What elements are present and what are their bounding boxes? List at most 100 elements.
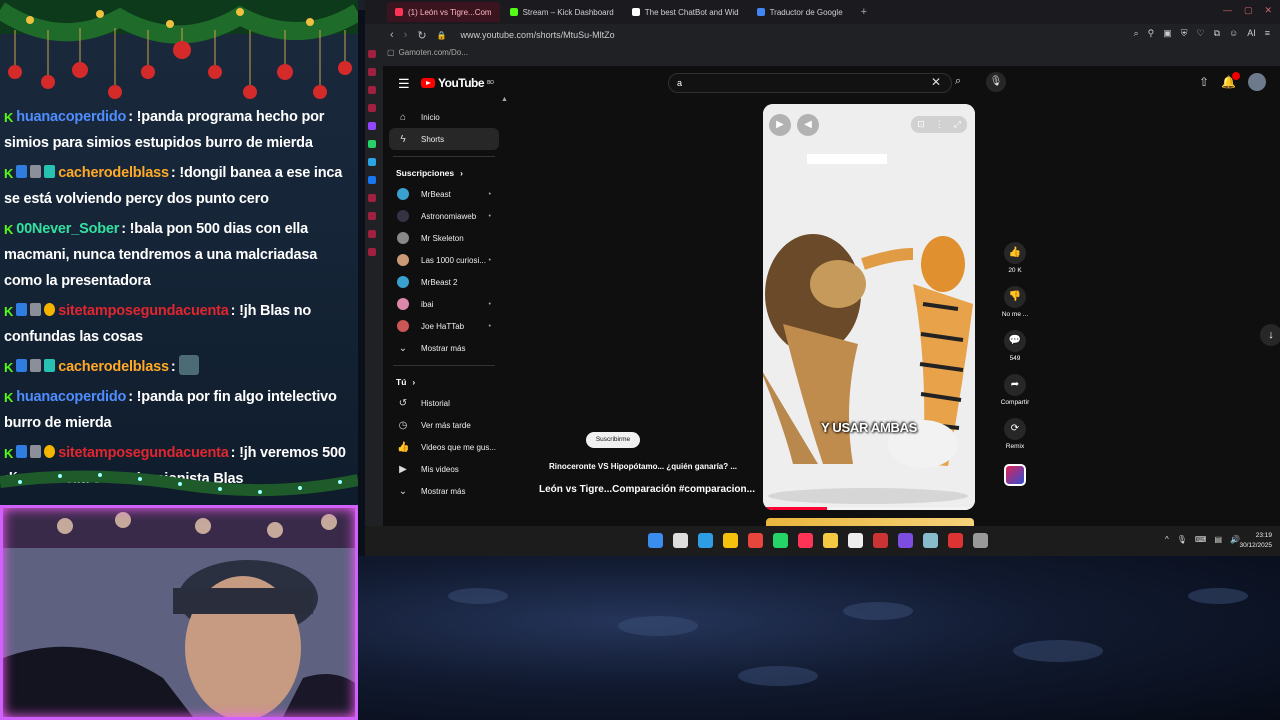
taskbar-app-icon[interactable] (848, 533, 863, 548)
notifications-icon[interactable]: 🔔 (1221, 72, 1240, 89)
overlay-video-title-2[interactable]: León vs Tigre...Comparación #comparacion… (539, 484, 755, 495)
subscription-item[interactable]: Astronomiaweb • (389, 205, 499, 227)
zoom-icon[interactable]: ⌕ (1134, 28, 1139, 39)
chevron-up-icon[interactable]: ^ (1165, 535, 1169, 544)
sidebar-item-inicio[interactable]: ⌂ Inicio (389, 106, 499, 128)
play-icon[interactable]: ▶ (769, 114, 791, 136)
taskbar-app-icon[interactable] (973, 533, 988, 548)
taskbar-app-icon[interactable] (748, 533, 763, 548)
captions-icon[interactable]: ⊡ (917, 119, 925, 130)
channel-avatar[interactable] (1004, 464, 1026, 486)
sidebar-item-you[interactable]: ◷ Ver más tarde (389, 414, 499, 436)
chat-username[interactable]: sitetamposegundacuenta (58, 445, 229, 461)
clock[interactable]: 23:19 30/12/2025 (1239, 531, 1272, 551)
you-header[interactable]: Tú › (389, 372, 499, 392)
heart-icon[interactable]: ♡ (1197, 28, 1205, 39)
sidebar-app-icon[interactable] (368, 194, 376, 202)
chat-username[interactable]: cacherodelblass (58, 165, 169, 181)
sidebar-app-icon[interactable] (368, 50, 376, 58)
overlay-video-title-1[interactable]: Rinoceronte VS Hipopótamo... ¿quién gana… (549, 462, 737, 471)
short-player[interactable]: ▶ ◀ ⊡ ⋮ ⤢ Y USAR AMBAS (763, 104, 975, 510)
taskbar-app-icon[interactable] (673, 533, 688, 548)
subscription-item[interactable]: Joe HaTTab • (389, 315, 499, 337)
avatar[interactable] (1248, 73, 1266, 91)
sidebar-app-icon[interactable] (368, 140, 376, 148)
menu-icon[interactable]: ≡ (1265, 28, 1270, 39)
chat-username[interactable]: huanacoperdido (16, 109, 126, 125)
taskbar-app-icon[interactable] (723, 533, 738, 548)
search-input[interactable]: a (668, 73, 952, 93)
sidebar-app-icon[interactable] (368, 212, 376, 220)
subscription-item[interactable]: MrBeast 2 (389, 271, 499, 293)
youtube-logo[interactable]: YouTube BO (421, 76, 494, 90)
taskbar-app-icon[interactable] (798, 533, 813, 548)
sidebar-app-icon[interactable] (368, 86, 376, 94)
comment-icon[interactable]: 💬 (1004, 330, 1026, 352)
sidebar-app-icon[interactable] (368, 158, 376, 166)
taskbar-app-icon[interactable] (773, 533, 788, 548)
upload-icon[interactable]: ⇧ (1199, 75, 1209, 89)
subscription-item[interactable]: MrBeast • (389, 183, 499, 205)
sidebar-item-you[interactable]: ↺ Historial (389, 392, 499, 414)
volume-icon[interactable]: ◀ (797, 114, 819, 136)
sidebar-app-icon[interactable] (368, 68, 376, 76)
pin-icon[interactable]: ⚲ (1148, 28, 1155, 39)
close-window-icon[interactable]: ✕ (1264, 5, 1272, 16)
next-video-icon[interactable]: ↓ (1260, 324, 1280, 346)
sidebar-app-icon[interactable] (368, 248, 376, 256)
taskbar-app-icon[interactable] (648, 533, 663, 548)
keyboard-icon[interactable]: ⌨ (1195, 535, 1207, 544)
extensions-icon[interactable]: ⧉ (1214, 28, 1220, 39)
taskbar-app-icon[interactable] (948, 533, 963, 548)
shield-icon[interactable]: ⛨ (1181, 28, 1188, 39)
subscribe-button[interactable]: Suscribirme (586, 432, 640, 448)
network-icon[interactable]: ▤ (1214, 535, 1222, 544)
search-icon[interactable]: ⌕ (955, 75, 961, 88)
sidebar-item-you[interactable]: ▶ Mis videos (389, 458, 499, 480)
forward-icon[interactable]: › (404, 29, 408, 41)
taskbar-app-icon[interactable] (823, 533, 838, 548)
clear-search-icon[interactable]: ✕ (931, 75, 941, 89)
minimize-icon[interactable]: — (1223, 5, 1232, 16)
microphone-icon[interactable]: 🎙 (986, 72, 1006, 92)
taskbar-app-icon[interactable] (873, 533, 888, 548)
thumbs-down-icon[interactable]: 👎 (1004, 286, 1026, 308)
new-tab-icon[interactable]: + (861, 6, 867, 18)
mic-tray-icon[interactable]: 🎙 (1177, 535, 1187, 544)
sidebar-app-icon[interactable] (368, 122, 376, 130)
remix-icon[interactable]: ⟳ (1004, 418, 1026, 440)
subscription-item[interactable]: ibai • (389, 293, 499, 315)
subscriptions-header[interactable]: Suscripciones › (389, 163, 499, 183)
sidebar-app-icon[interactable] (368, 104, 376, 112)
sidebar-item-you[interactable]: 👍 Videos que me gus... (389, 436, 499, 458)
back-icon[interactable]: ‹ (390, 29, 394, 41)
subscription-item[interactable]: Las 1000 curiosi... • (389, 249, 499, 271)
screenshot-icon[interactable]: ▣ (1163, 28, 1172, 39)
sidebar-item-shorts[interactable]: ϟ Shorts (389, 128, 499, 150)
browser-tab[interactable]: The best ChatBot and Wid (624, 2, 747, 22)
show-more-button[interactable]: ⌄ Mostrar más (389, 337, 499, 359)
profile-icon[interactable]: ☺ (1229, 28, 1238, 39)
chat-username[interactable]: sitetamposegundacuenta (58, 303, 229, 319)
browser-tab[interactable]: (1) León vs Tigre...Com (387, 2, 500, 22)
browser-tab[interactable]: Stream – Kick Dashboard (502, 2, 622, 22)
sidebar-app-icon[interactable] (368, 176, 376, 184)
scroll-up-icon[interactable]: ▲ (501, 96, 508, 103)
short-progress-bar[interactable] (763, 507, 975, 510)
taskbar-app-icon[interactable] (898, 533, 913, 548)
share-icon[interactable]: ➦ (1003, 374, 1026, 396)
sidebar-app-icon[interactable] (368, 230, 376, 238)
chat-username[interactable]: 00Never_Sober (16, 221, 119, 237)
hamburger-menu-icon[interactable]: ☰ (398, 76, 410, 92)
more-options-icon[interactable]: ⋮ (935, 119, 944, 130)
fullscreen-icon[interactable]: ⤢ (954, 119, 961, 130)
thumbs-up-icon[interactable]: 👍 (1004, 242, 1026, 264)
chat-username[interactable]: huanacoperdido (16, 389, 126, 405)
show-more-button[interactable]: ⌄ Mostrar más (389, 480, 499, 502)
bookmark-item[interactable]: Gamoten.com/Do... (399, 48, 468, 57)
maximize-icon[interactable]: ▢ (1244, 5, 1253, 16)
ai-button[interactable]: AI (1247, 28, 1256, 39)
subscription-item[interactable]: Mr Skeleton (389, 227, 499, 249)
chat-username[interactable]: cacherodelblass (58, 359, 169, 375)
taskbar-app-icon[interactable] (923, 533, 938, 548)
